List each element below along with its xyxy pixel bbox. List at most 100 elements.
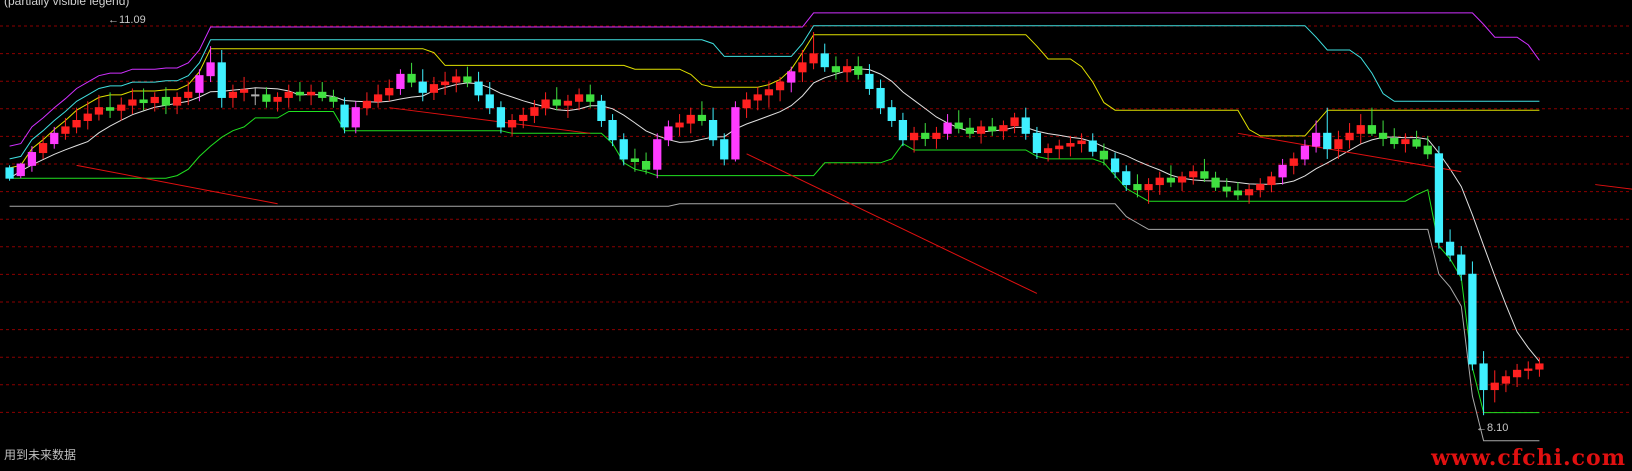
- candle-body: [485, 94, 494, 109]
- gray-support-line: [9, 203, 1540, 442]
- candle-body: [932, 132, 941, 139]
- candle-body: [418, 81, 427, 93]
- candle-body: [809, 53, 818, 64]
- candle-body: [440, 81, 450, 86]
- candle-body: [1144, 184, 1153, 191]
- candle-body: [407, 73, 416, 83]
- candle-body: [1468, 273, 1477, 365]
- candle-body: [206, 62, 215, 77]
- candle-body: [675, 122, 684, 128]
- candle-body: [630, 158, 640, 162]
- header-legend-text: (partially visible legend): [4, 0, 130, 8]
- candle-body: [284, 91, 293, 98]
- candle-body: [128, 99, 137, 106]
- candle-body: [1512, 369, 1522, 378]
- candle-body: [1043, 148, 1053, 154]
- candle-body: [5, 167, 14, 179]
- candle-body: [262, 94, 271, 102]
- candle-body: [1222, 186, 1231, 192]
- candle-body: [664, 126, 673, 141]
- candle-body: [764, 89, 774, 96]
- candle-body: [217, 62, 226, 98]
- candle-body: [273, 96, 282, 102]
- candle-body: [854, 66, 863, 75]
- candle-body: [820, 53, 829, 68]
- candle-body: [574, 94, 584, 102]
- candle-body: [865, 73, 874, 89]
- candle-body: [474, 81, 483, 96]
- candle-body: [1267, 176, 1276, 186]
- candle-body: [887, 107, 896, 121]
- candle-body: [541, 99, 550, 109]
- candle-body: [1356, 125, 1365, 134]
- candle-body: [1110, 158, 1120, 173]
- candle-body: [27, 152, 37, 166]
- indicator-lines: [9, 12, 1632, 442]
- candle-body: [943, 122, 952, 134]
- candle-body: [351, 107, 360, 128]
- candle-body: [1412, 139, 1421, 147]
- high-price-arrow: ←: [108, 14, 119, 26]
- candle-body: [1524, 368, 1533, 371]
- candle-body: [429, 84, 439, 93]
- candle-body: [798, 62, 807, 73]
- candle-body: [1032, 132, 1042, 154]
- candle-body: [1233, 190, 1243, 196]
- candle-body: [1367, 125, 1377, 134]
- candle-body: [1088, 140, 1097, 152]
- candle-body: [1066, 143, 1075, 147]
- candle-body: [742, 99, 751, 109]
- low-price-label: ←8.10: [1476, 422, 1508, 434]
- green-channel-line: [9, 111, 1540, 414]
- candle-body: [653, 139, 662, 170]
- candle-body: [1166, 177, 1176, 183]
- candle-body: [1189, 171, 1198, 178]
- candle-body: [318, 91, 327, 98]
- candle-body: [976, 126, 986, 134]
- candle-body: [563, 100, 573, 106]
- candlestick-chart: [0, 12, 1632, 442]
- future-data-note: 用到未来数据: [4, 448, 77, 462]
- candle-body: [239, 89, 249, 93]
- candle-body: [1099, 150, 1109, 160]
- candle-body: [708, 120, 718, 141]
- magenta-channel-line: [9, 12, 1540, 147]
- candle-body: [496, 107, 506, 128]
- candle-body: [385, 87, 394, 96]
- candle-body: [697, 114, 707, 121]
- candle-body: [1390, 137, 1399, 145]
- candle-body: [586, 94, 595, 102]
- candle-body: [1177, 176, 1187, 183]
- candle-body: [94, 107, 104, 115]
- candle-body: [1256, 184, 1265, 191]
- candle-body: [1535, 363, 1544, 370]
- candle-body: [753, 94, 762, 101]
- candle-body: [720, 139, 729, 160]
- high-price-value: 11.09: [119, 14, 146, 26]
- red-trend-line: [1595, 184, 1632, 190]
- candle-body: [251, 94, 260, 97]
- candle-body: [340, 104, 349, 128]
- white-ma-line: [9, 68, 1540, 362]
- candle-body: [1423, 145, 1432, 155]
- candle-body: [105, 107, 115, 111]
- candle-body: [775, 81, 785, 91]
- candle-body: [988, 126, 997, 132]
- candle-body: [117, 104, 126, 111]
- candle-body: [1401, 139, 1410, 145]
- candle-body: [161, 96, 171, 106]
- candle-body: [608, 120, 617, 141]
- candle-body: [1077, 140, 1086, 145]
- candle-body: [83, 113, 92, 121]
- candle-body: [999, 125, 1008, 132]
- candle-body: [1311, 132, 1321, 147]
- candle-body: [1434, 153, 1444, 243]
- candle-body: [1244, 189, 1254, 196]
- low-price-value: 8.10: [1487, 422, 1509, 434]
- candle-body: [38, 143, 48, 154]
- candle-body: [1155, 177, 1164, 186]
- candle-body: [1133, 184, 1142, 191]
- candle-body: [787, 71, 796, 83]
- candle-body: [954, 122, 963, 129]
- candle-body: [50, 132, 59, 145]
